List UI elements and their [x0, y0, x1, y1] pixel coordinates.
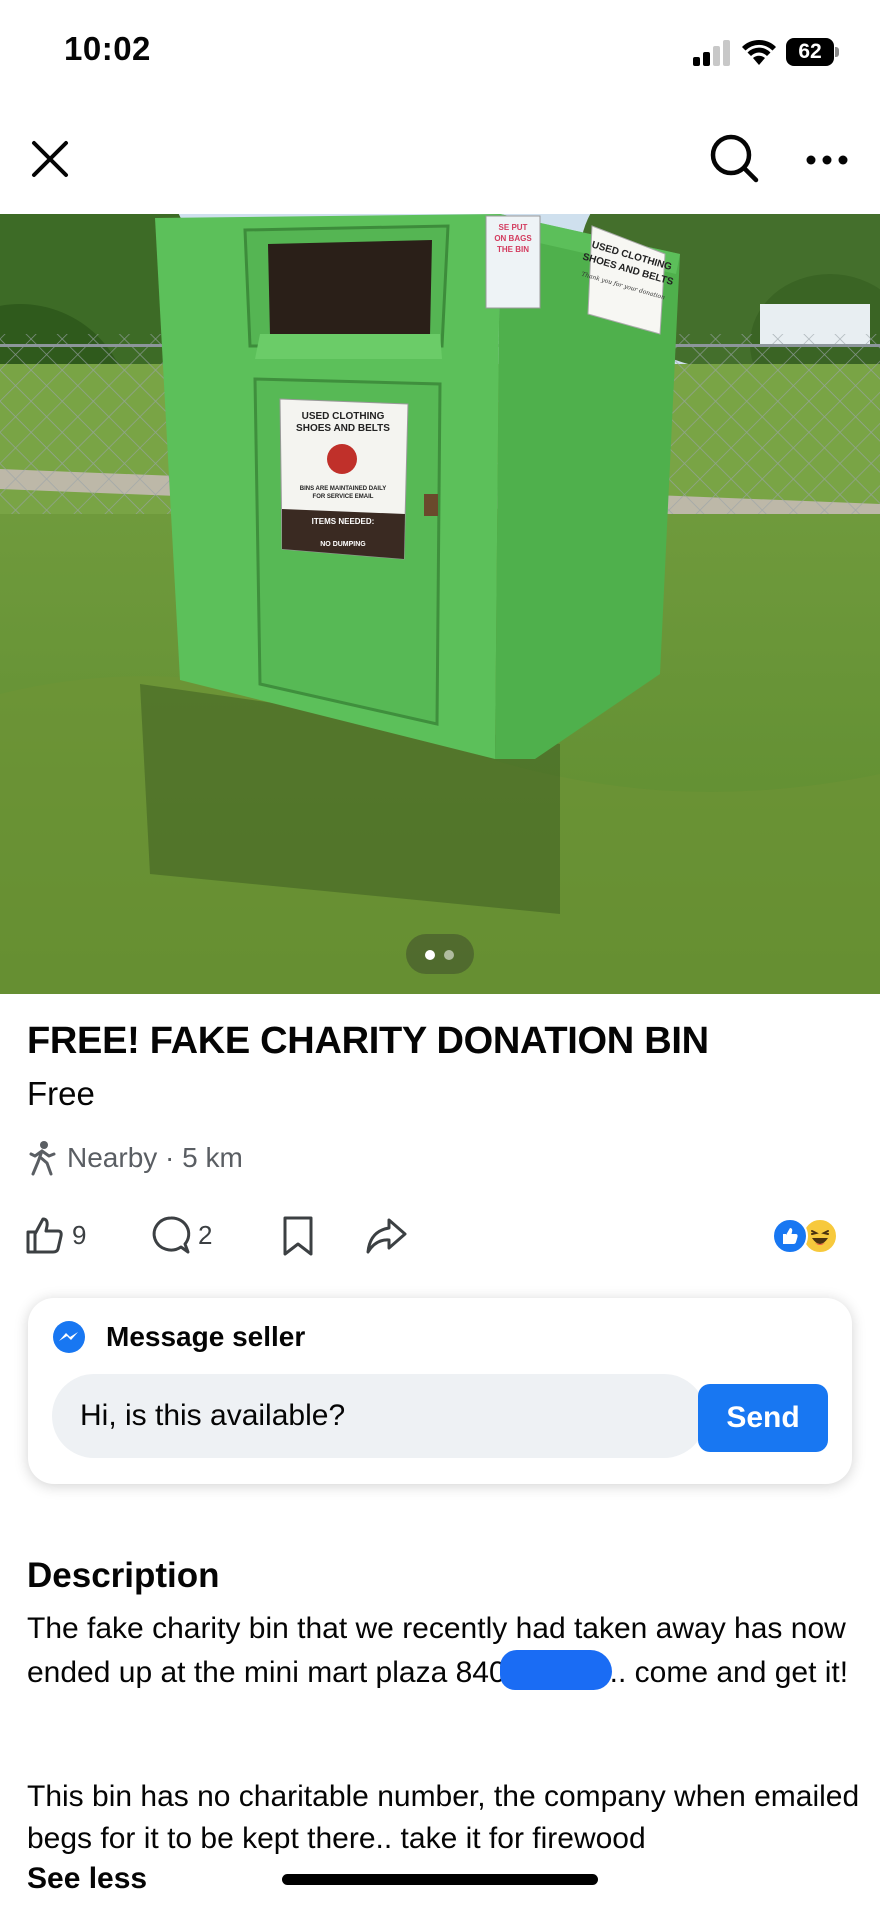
more-icon	[806, 155, 848, 165]
search-button[interactable]	[706, 130, 764, 188]
location-row: Nearby · 5 km	[27, 1136, 243, 1180]
carousel-dot	[444, 950, 454, 960]
walking-icon	[29, 1141, 56, 1176]
status-time: 10:02	[64, 30, 151, 67]
close-icon	[32, 141, 68, 177]
action-bar: 9 2	[0, 1210, 880, 1270]
top-sign-line3: THE BIN	[497, 245, 529, 254]
door-sign-line4: FOR SERVICE EMAIL	[313, 494, 374, 500]
reactions-summary[interactable]	[772, 1218, 844, 1258]
close-button[interactable]	[26, 135, 76, 185]
message-input[interactable]	[52, 1374, 706, 1458]
message-seller-label: Message seller	[106, 1321, 306, 1352]
bookmark-icon	[283, 1216, 313, 1256]
save-button[interactable]	[280, 1214, 316, 1258]
status-bar: 10:02 62	[0, 0, 880, 110]
listing-title: FREE! FAKE CHARITY DONATION BIN	[27, 1020, 709, 1062]
description-heading: Description	[27, 1556, 220, 1595]
like-count: 9	[72, 1219, 87, 1250]
description-paragraph-2: This bin has no charitable number, the c…	[27, 1780, 860, 1855]
top-nav	[0, 110, 880, 214]
location-text: Nearby · 5 km	[67, 1142, 243, 1173]
like-button[interactable]: 9	[24, 1214, 86, 1256]
search-icon	[710, 134, 759, 183]
messenger-icon	[53, 1321, 85, 1353]
more-options-button[interactable]	[800, 140, 856, 180]
wifi-icon	[742, 39, 776, 65]
description-text-after: .. come and get it!	[609, 1656, 849, 1689]
redaction-mark	[499, 1650, 612, 1690]
top-sign-line2: ON BAGS	[494, 234, 532, 243]
message-seller-card: Message seller Send	[28, 1298, 852, 1484]
message-seller-header: Message seller	[52, 1320, 305, 1354]
door-sign-line5: ITEMS NEEDED:	[312, 517, 375, 526]
listing-photo-image: USED CLOTHING SHOES AND BELTS BINS ARE M…	[0, 214, 880, 994]
see-less-link[interactable]: See less	[27, 1862, 147, 1896]
door-sign-line2: SHOES AND BELTS	[296, 423, 390, 434]
listing-price: Free	[27, 1075, 95, 1112]
door-sign-line3: BINS ARE MAINTAINED DAILY	[300, 486, 386, 492]
comment-count: 2	[198, 1219, 213, 1250]
home-indicator	[282, 1874, 598, 1885]
listing-photo[interactable]: USED CLOTHING SHOES AND BELTS BINS ARE M…	[0, 214, 880, 994]
door-sign-line1: USED CLOTHING	[302, 411, 385, 422]
battery-icon: 62	[786, 38, 839, 66]
share-icon	[366, 1218, 407, 1254]
like-reaction-icon	[772, 1218, 808, 1254]
door-sign-line6: NO DUMPING	[320, 541, 366, 548]
battery-level: 62	[786, 38, 834, 66]
send-button[interactable]: Send	[698, 1384, 828, 1452]
description-paragraph-1: The fake charity bin that we recently ha…	[27, 1608, 861, 1694]
top-sign-line1: SE PUT	[499, 223, 528, 232]
comment-button[interactable]: 2	[150, 1214, 212, 1256]
signal-icon	[693, 40, 733, 66]
thumbs-up-icon	[26, 1217, 63, 1254]
carousel-dot-active	[425, 950, 435, 960]
carousel-indicator	[406, 934, 474, 974]
comment-icon	[152, 1216, 191, 1254]
share-button[interactable]	[364, 1216, 408, 1256]
